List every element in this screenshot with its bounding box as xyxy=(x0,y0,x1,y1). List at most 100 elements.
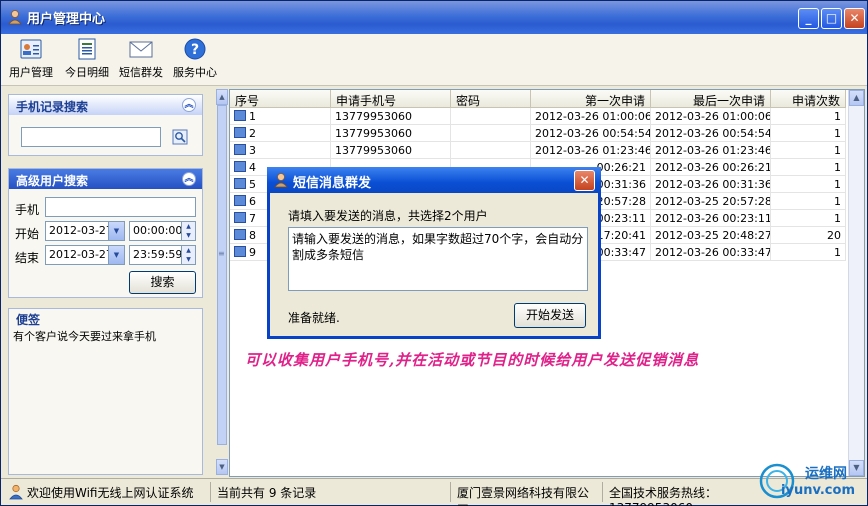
toolbar-sms-broadcast[interactable]: 短信群发 xyxy=(115,37,167,80)
start-time-value: 00:00:00 xyxy=(133,224,183,237)
dialog-close-button[interactable]: ✕ xyxy=(574,170,595,191)
column-header[interactable]: 密码 xyxy=(451,90,531,108)
cell-text: 2012-03-26 01:00:06 xyxy=(535,110,651,123)
column-header[interactable]: 申请手机号 xyxy=(331,90,451,108)
cell-text: 13779953060 xyxy=(335,144,412,157)
cell-text: 00:23:11 xyxy=(596,212,646,225)
splitter[interactable]: ▲ ≡ ▼ xyxy=(214,89,228,477)
cell-count: 1 xyxy=(771,244,846,261)
main-window: 用户管理中心 _ □ ✕ 用户管理 今日明细 短信群发 ? 服务中心 手机记录搜… xyxy=(0,0,868,506)
search-button[interactable]: 搜索 xyxy=(129,271,196,294)
cell-count: 20 xyxy=(771,227,846,244)
record-icon xyxy=(234,212,246,223)
maximize-button[interactable]: □ xyxy=(821,8,842,29)
cell-text: 1 xyxy=(249,110,256,123)
cell-last: 2012-03-26 00:23:11 xyxy=(651,210,771,227)
cell-no: 1 xyxy=(230,108,331,125)
notes-text[interactable]: 有个客户说今天要过来拿手机 xyxy=(13,328,156,344)
status-company: 厦门壹景网络科技有限公司 xyxy=(453,482,603,506)
cell-pwd xyxy=(451,125,531,142)
dialog-prompt: 请填入要发送的消息，共选择2个用户 xyxy=(288,209,488,223)
grid-scrollbar[interactable]: ▲ ▼ xyxy=(848,90,864,476)
cell-first: 2012-03-26 01:23:46 xyxy=(531,142,651,159)
dialog-title-bar[interactable]: 短信消息群发 ✕ xyxy=(267,167,601,193)
cell-text: 2012-03-25 20:57:28 xyxy=(655,195,771,208)
start-send-button[interactable]: 开始发送 xyxy=(514,303,586,328)
user-app-icon xyxy=(274,173,288,188)
cell-count: 1 xyxy=(771,176,846,193)
record-icon xyxy=(234,246,246,257)
user-status-icon xyxy=(9,484,23,500)
time-spin-buttons[interactable]: ▲ ▼ xyxy=(181,222,195,240)
cell-text: 3 xyxy=(249,144,256,157)
phone-search-input[interactable] xyxy=(21,127,161,147)
end-time-spinner[interactable]: 23:59:59 ▲ ▼ xyxy=(129,245,196,265)
sms-message-input[interactable]: 请输入要发送的消息，如果字数超过70个字，会自动分割成多条短信 xyxy=(288,227,588,291)
cell-text: 20:57:28 xyxy=(596,195,646,208)
close-button[interactable]: ✕ xyxy=(844,8,865,29)
collapse-icon[interactable]: ︽ xyxy=(182,172,196,186)
toolbar: 用户管理 今日明细 短信群发 ? 服务中心 xyxy=(1,34,867,86)
cell-text: 4 xyxy=(249,161,256,174)
minimize-button[interactable]: _ xyxy=(798,8,819,29)
phone-field[interactable] xyxy=(45,197,196,217)
record-icon xyxy=(234,144,246,155)
cell-count: 1 xyxy=(771,159,846,176)
cell-text: 13779953060 xyxy=(335,110,412,123)
column-header[interactable]: 申请次数 xyxy=(771,90,846,108)
cell-last: 2012-03-26 00:54:54 xyxy=(651,125,771,142)
cell-text: 1 xyxy=(834,127,841,140)
cell-last: 2012-03-25 20:48:27 xyxy=(651,227,771,244)
time-spin-buttons[interactable]: ▲ ▼ xyxy=(181,246,195,264)
collapse-icon[interactable]: ︽ xyxy=(182,98,196,112)
notes-panel: 便签 有个客户说今天要过来拿手机 xyxy=(8,308,203,475)
panel-title: 高级用户搜索 xyxy=(16,174,89,188)
splitter-thumb[interactable] xyxy=(217,105,227,445)
cell-text: 1 xyxy=(834,178,841,191)
cell-phone: 13779953060 xyxy=(331,125,451,142)
chevron-down-icon[interactable]: ▼ xyxy=(108,222,124,240)
column-header[interactable]: 第一次申请 xyxy=(531,90,651,108)
toolbar-today-detail[interactable]: 今日明细 xyxy=(61,37,113,80)
dialog-status: 准备就绪. xyxy=(288,311,340,325)
column-header[interactable]: 序号 xyxy=(230,90,331,108)
status-record-count: 当前共有 9 条记录 xyxy=(213,482,451,502)
cell-count: 1 xyxy=(771,125,846,142)
cell-pwd xyxy=(451,108,531,125)
cell-count: 1 xyxy=(771,142,846,159)
scroll-up-icon[interactable]: ▲ xyxy=(216,89,228,105)
start-time-spinner[interactable]: 00:00:00 ▲ ▼ xyxy=(129,221,196,241)
cell-text: 2012-03-26 00:26:21 xyxy=(655,161,771,174)
record-icon xyxy=(234,178,246,189)
cell-text: 1 xyxy=(834,144,841,157)
scroll-down-icon[interactable]: ▼ xyxy=(216,459,228,475)
sms-dialog: 短信消息群发 ✕ 请填入要发送的消息，共选择2个用户 请输入要发送的消息，如果字… xyxy=(267,167,601,339)
svg-text:?: ? xyxy=(191,42,199,58)
cell-text: 9 xyxy=(249,246,256,259)
panel-header[interactable]: 手机记录搜索 ︽ xyxy=(9,95,202,115)
cell-phone: 13779953060 xyxy=(331,142,451,159)
cell-last: 2012-03-26 00:26:21 xyxy=(651,159,771,176)
column-header[interactable]: 最后一次申请 xyxy=(651,90,771,108)
cell-text: 8 xyxy=(249,229,256,242)
cell-last: 2012-03-26 00:31:36 xyxy=(651,176,771,193)
toolbar-label: 短信群发 xyxy=(119,66,163,79)
cell-last: 2012-03-26 00:33:47 xyxy=(651,244,771,261)
chevron-down-icon[interactable]: ▼ xyxy=(108,246,124,264)
start-date-picker[interactable]: 2012-03-27 ▼ xyxy=(45,221,125,241)
end-date-picker[interactable]: 2012-03-27 ▼ xyxy=(45,245,125,265)
cell-first: 2012-03-26 00:54:54 xyxy=(531,125,651,142)
toolbar-user-management[interactable]: 用户管理 xyxy=(5,37,57,80)
cell-text: 17:20:41 xyxy=(596,229,646,242)
phone-search-panel: 手机记录搜索 ︽ xyxy=(8,94,203,156)
scroll-up-icon[interactable]: ▲ xyxy=(849,90,864,106)
cell-text: 2012-03-26 00:23:11 xyxy=(655,212,771,225)
search-icon[interactable] xyxy=(172,129,188,145)
cell-text: 2012-03-26 00:54:54 xyxy=(535,127,651,140)
cell-pwd xyxy=(451,142,531,159)
panel-header[interactable]: 高级用户搜索 ︽ xyxy=(9,169,202,189)
toolbar-service-center[interactable]: ? 服务中心 xyxy=(169,37,221,80)
title-bar[interactable]: 用户管理中心 _ □ ✕ xyxy=(1,1,867,34)
record-icon xyxy=(234,195,246,206)
cell-text: 1 xyxy=(834,195,841,208)
